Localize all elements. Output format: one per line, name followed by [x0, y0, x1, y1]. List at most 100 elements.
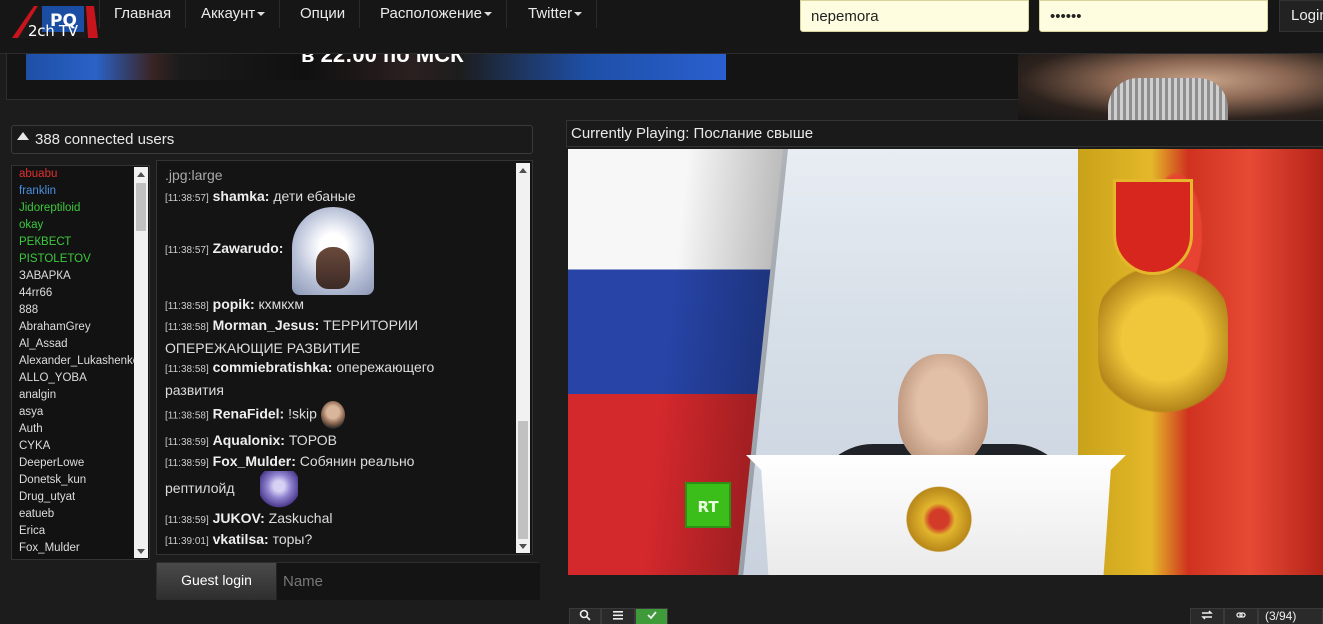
site-logo[interactable]: PQ 2ch TV [8, 2, 100, 40]
user-list-item[interactable]: Alexander_Lukashenko [12, 353, 134, 370]
video-player[interactable]: RT [568, 149, 1323, 575]
user-list-item[interactable]: ЗАВАРКА [12, 268, 134, 285]
guest-login-label: Guest login [181, 572, 252, 588]
user-list-item[interactable]: DeeperLowe [12, 455, 134, 472]
user-list-item[interactable]: ALLO_YOBA [12, 370, 134, 387]
flag-emblem [1098, 259, 1228, 419]
shuffle-icon [1201, 610, 1213, 620]
user-list-item[interactable]: okay [12, 217, 134, 234]
guest-name-input[interactable] [277, 563, 540, 600]
now-playing-title: Currently Playing: Послание свыше [566, 120, 1323, 147]
user-list-item[interactable]: Fox_Mulder [12, 540, 134, 557]
user-list-item[interactable]: 44rr66 [12, 285, 134, 302]
banner-text: в 22:00 по МСК [301, 54, 464, 67]
scroll-thumb[interactable] [136, 183, 146, 231]
login-button-label: Login [1291, 7, 1323, 24]
user-list-item[interactable]: Jidoreptiloid [12, 200, 134, 217]
playlist-counter: (3/94) [1258, 608, 1323, 624]
chat-nick[interactable]: JUKOV: [213, 510, 265, 526]
user-list-item[interactable]: franklin [12, 183, 134, 200]
chat-message: [11:38:58] commiebratishka: опережающего… [165, 357, 517, 401]
user-list-scrollbar[interactable] [134, 167, 148, 558]
chat-message: [11:38:58] Morman_Jesus: ТЕРРИТОРИИ ОПЕР… [165, 315, 517, 359]
nav-account-label: Аккаунт [201, 5, 256, 22]
scroll-down-arrow-icon[interactable] [134, 544, 148, 558]
chat-nick[interactable]: popik: [213, 296, 255, 312]
coat-of-arms-icon [906, 485, 972, 561]
scroll-thumb[interactable] [518, 421, 528, 539]
chat-text: Zaskuchal [268, 510, 333, 526]
chat-messages: — — — — — — — — — — .jpg:large [11:38:57… [156, 160, 533, 555]
image-face [316, 247, 350, 289]
nav-twitter[interactable]: Twitter [514, 0, 598, 28]
user-list-item[interactable]: Donetsk_kun [12, 472, 134, 489]
search-button[interactable] [569, 608, 601, 624]
nav-home-label: Главная [114, 5, 172, 22]
nav-options-label: Опции [300, 5, 346, 22]
username-input[interactable] [800, 0, 1029, 32]
guest-login-button[interactable]: Guest login [157, 563, 277, 600]
timestamp: [11:38:59] [165, 437, 209, 448]
timestamp: [11:38:58] [165, 301, 209, 312]
user-list-item[interactable]: analgin [12, 387, 134, 404]
user-list-item[interactable]: Drug_utyat [12, 489, 134, 506]
chat-nick[interactable]: Zawarudo: [213, 240, 284, 256]
user-list-item[interactable]: asya [12, 404, 134, 421]
chat-nick[interactable]: Fox_Mulder: [213, 453, 296, 469]
chat-text-cont: развития [165, 382, 224, 398]
user-list-item[interactable]: РЕКВЕСТ [12, 234, 134, 251]
password-input[interactable] [1039, 0, 1268, 32]
chat-message: [11:38:58] popik: кхмкхм [165, 294, 517, 317]
user-list-item[interactable]: PISTOLETOV [12, 251, 134, 268]
chat-text-cont: рептилойд [165, 480, 235, 496]
user-list-item[interactable]: abuabu [12, 166, 134, 183]
chat-nick[interactable]: vkatilsa: [213, 531, 269, 547]
search-icon [579, 609, 591, 621]
login-button[interactable]: Login [1279, 0, 1323, 32]
playlist-button[interactable] [601, 608, 635, 624]
chevron-up-icon [17, 132, 29, 140]
chat-message: [11:38:58] RenaFidel: !skip [165, 401, 517, 429]
shuffle-button[interactable] [1190, 608, 1224, 624]
chat-nick[interactable]: RenaFidel: [213, 406, 285, 422]
chat-nick[interactable]: commiebratishka: [213, 359, 333, 375]
scroll-down-arrow-icon[interactable] [516, 539, 530, 553]
kokoshnik-girl-image[interactable] [292, 207, 374, 295]
chat-text: ТОРОВ [288, 432, 337, 448]
putin-emote-icon [320, 401, 345, 429]
partial-message-text: .jpg:large [165, 167, 223, 183]
chat-scrollbar[interactable] [516, 163, 530, 553]
user-list-item[interactable]: Auth [12, 421, 134, 438]
chat-nick[interactable]: shamka: [213, 188, 270, 204]
user-list-item[interactable]: CYKA [12, 438, 134, 455]
nav-layout[interactable]: Расположение [366, 0, 507, 28]
banner-right-image [1018, 54, 1323, 120]
chat-nick[interactable]: Morman_Jesus: [213, 317, 320, 333]
user-list-item[interactable]: Erica [12, 523, 134, 540]
nav-home[interactable]: Главная [99, 0, 187, 28]
list-icon [613, 611, 623, 620]
scroll-up-arrow-icon[interactable] [134, 167, 148, 181]
ok-button[interactable] [635, 608, 668, 624]
link-button[interactable] [1224, 608, 1258, 624]
chat-text: ТЕРРИТОРИИ [323, 317, 419, 333]
nav-account[interactable]: Аккаунт [187, 0, 281, 28]
reptiloid-emote-icon [260, 471, 298, 509]
chat-nick[interactable]: Aqualonix: [213, 432, 285, 448]
chat-text: кхмкхм [258, 296, 305, 312]
counter-text: (3/94) [1265, 609, 1297, 623]
chat-text: Собянин реально [299, 453, 415, 469]
user-list-item[interactable]: Al_Assad [12, 336, 134, 353]
scroll-up-arrow-icon[interactable] [516, 163, 530, 177]
user-list-item[interactable]: AbrahamGrey [12, 319, 134, 336]
user-list-items: abuabu franklin Jidoreptiloid okay РЕКВЕСТ PI… [12, 166, 149, 557]
chevron-down-icon [257, 12, 266, 17]
chat-text: торы? [272, 531, 313, 547]
nav-options[interactable]: Опции [286, 0, 361, 28]
userlist-toggle[interactable]: 388 connected users [11, 125, 533, 154]
channel-logo: RT [685, 482, 731, 528]
speaker-head [898, 354, 988, 466]
user-list-item[interactable]: eatueb [12, 506, 134, 523]
user-list-item[interactable]: 888 [12, 302, 134, 319]
chat-message: [11:38:59] Fox_Mulder: Собянин реально [165, 451, 517, 474]
